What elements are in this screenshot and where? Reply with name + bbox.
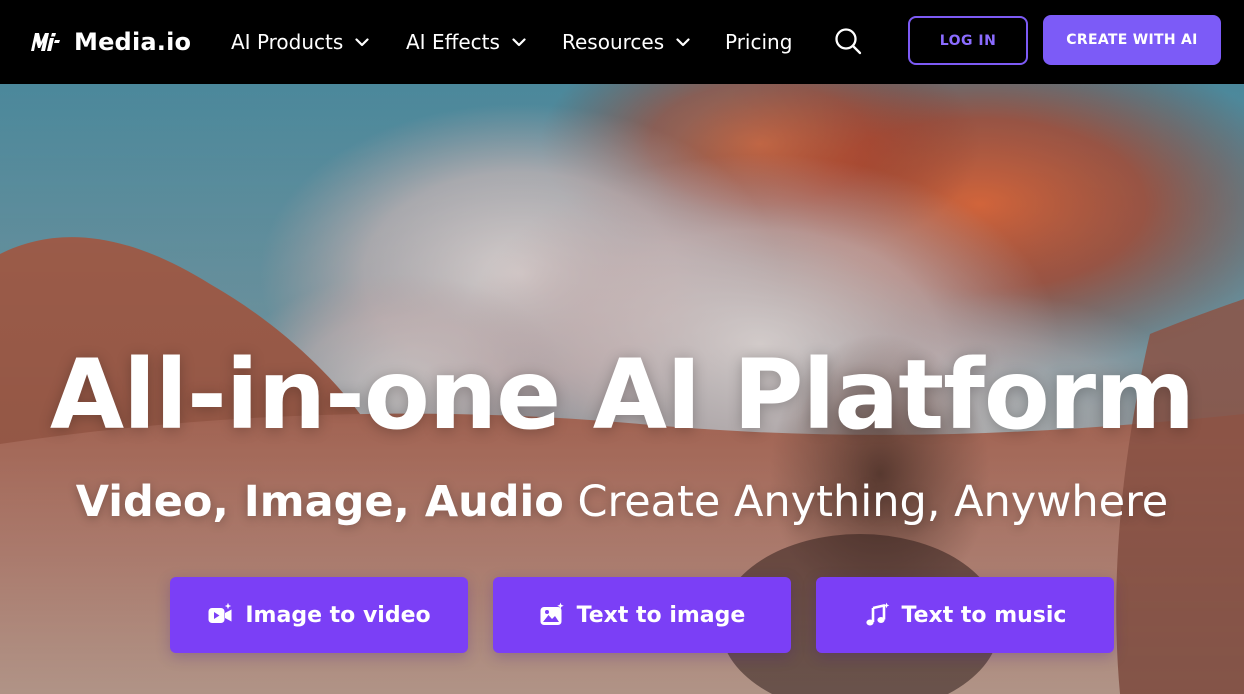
brand-logo[interactable]: Media.io xyxy=(28,26,191,58)
nav-resources[interactable]: Resources xyxy=(562,28,690,56)
hero-subtitle: Video, Image, Audio Create Anything, Any… xyxy=(0,472,1244,532)
hero-title: All-in-one AI Platform xyxy=(49,339,1195,451)
mi-logo-icon xyxy=(28,28,62,56)
page: Media.io AI Products AI Effects Resource… xyxy=(0,0,1244,694)
text-to-image-label: Text to image xyxy=(576,602,746,628)
image-to-video-icon xyxy=(208,602,232,623)
music-note-icon xyxy=(865,602,889,626)
nav-resources-label: Resources xyxy=(562,30,665,54)
top-navigation: Media.io AI Products AI Effects Resource… xyxy=(0,0,1244,84)
nav-ai-effects[interactable]: AI Effects xyxy=(406,28,526,56)
hero-subtitle-light: Create Anything, Anywhere xyxy=(577,477,1169,527)
nav-ai-products[interactable]: AI Products xyxy=(231,28,369,56)
hero-subtitle-strong: Video, Image, Audio xyxy=(75,477,564,527)
nav-pricing-label: Pricing xyxy=(725,30,793,54)
image-to-video-label: Image to video xyxy=(245,602,431,628)
chevron-down-icon xyxy=(512,37,526,46)
chevron-down-icon xyxy=(676,37,690,46)
search-icon xyxy=(835,28,862,55)
nav-pricing[interactable]: Pricing xyxy=(725,28,792,56)
nav-ai-products-label: AI Products xyxy=(231,30,344,54)
text-to-image-icon xyxy=(540,602,564,625)
create-with-ai-button[interactable]: CREATE WITH AI xyxy=(1043,15,1221,65)
login-button[interactable]: LOG IN xyxy=(908,16,1028,65)
text-to-music-label: Text to music xyxy=(901,602,1067,628)
text-to-image-button[interactable]: Text to image xyxy=(493,577,791,653)
image-to-video-button[interactable]: Image to video xyxy=(170,577,468,653)
chevron-down-icon xyxy=(355,37,369,46)
nav-ai-effects-label: AI Effects xyxy=(406,30,500,54)
search-button[interactable] xyxy=(834,27,862,55)
text-to-music-button[interactable]: Text to music xyxy=(816,577,1114,653)
brand-name: Media.io xyxy=(74,28,192,56)
hero-section: All-in-one AI Platform Video, Image, Aud… xyxy=(0,84,1244,694)
